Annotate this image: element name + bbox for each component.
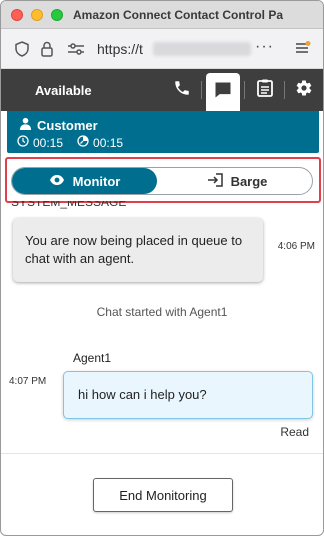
url-text[interactable]: https://t [97, 41, 143, 57]
contact-name: Customer [37, 117, 98, 133]
site-settings-icon[interactable] [67, 41, 85, 61]
state-duration: 00:15 [93, 135, 124, 150]
contact-name-row: Customer [19, 117, 98, 133]
ccp-header: Available [1, 69, 323, 111]
enter-icon [207, 172, 223, 190]
chat-started-notice: Chat started with Agent1 [96, 305, 228, 319]
contacts-button[interactable] [248, 69, 282, 111]
header-divider [201, 81, 202, 99]
eye-icon [49, 174, 65, 189]
more-icon[interactable]: ··· [255, 38, 274, 56]
system-message-label: SYSTEM_MESSAGE [11, 201, 127, 209]
shield-icon[interactable] [15, 41, 29, 61]
lock-icon[interactable] [41, 41, 53, 61]
clipboard-icon [257, 79, 273, 102]
monitor-barge-toggle: Monitor Barge [11, 167, 313, 195]
barge-button[interactable]: Barge [162, 168, 312, 194]
url-redacted [153, 42, 251, 56]
title-bar: Amazon Connect Contact Control Pa [1, 1, 323, 29]
gear-icon [295, 79, 313, 102]
settings-button[interactable] [287, 69, 321, 111]
person-icon [19, 117, 32, 133]
minimize-window-button[interactable] [31, 9, 43, 21]
address-bar: https://t ··· [1, 29, 323, 69]
agent-name: Agent1 [73, 351, 112, 365]
chat-tab-button[interactable] [206, 73, 240, 111]
footer-divider [1, 453, 323, 454]
zoom-window-button[interactable] [51, 9, 63, 21]
header-divider [284, 81, 285, 99]
monitor-label: Monitor [72, 173, 121, 189]
window-title: Amazon Connect Contact Control Pa [73, 8, 284, 22]
agent-status[interactable]: Available [35, 83, 92, 98]
clock-icon [17, 135, 29, 150]
phone-icon [173, 79, 191, 102]
browser-menu-icon[interactable] [295, 41, 311, 55]
barge-label: Barge [230, 173, 268, 189]
header-divider [244, 81, 245, 99]
agent-message-bubble: hi how can i help you? [63, 371, 313, 419]
monitor-button[interactable]: Monitor [12, 168, 157, 194]
end-monitoring-button[interactable]: End Monitoring [93, 478, 233, 512]
contact-banner[interactable]: Customer 00:15 00:15 [7, 111, 319, 153]
chat-icon [213, 80, 233, 105]
contact-timers: 00:15 00:15 [17, 135, 123, 150]
timer-icon [77, 135, 89, 150]
system-message-time: 4:06 PM [277, 241, 315, 252]
system-message-bubble: You are now being placed in queue to cha… [13, 218, 263, 282]
phone-button[interactable] [165, 69, 199, 111]
agent-message-time: 4:07 PM [9, 376, 47, 387]
contact-duration: 00:15 [33, 135, 64, 150]
read-receipt: Read [280, 425, 309, 439]
app-window: Amazon Connect Contact Control Pa https:… [0, 0, 324, 536]
close-window-button[interactable] [11, 9, 23, 21]
